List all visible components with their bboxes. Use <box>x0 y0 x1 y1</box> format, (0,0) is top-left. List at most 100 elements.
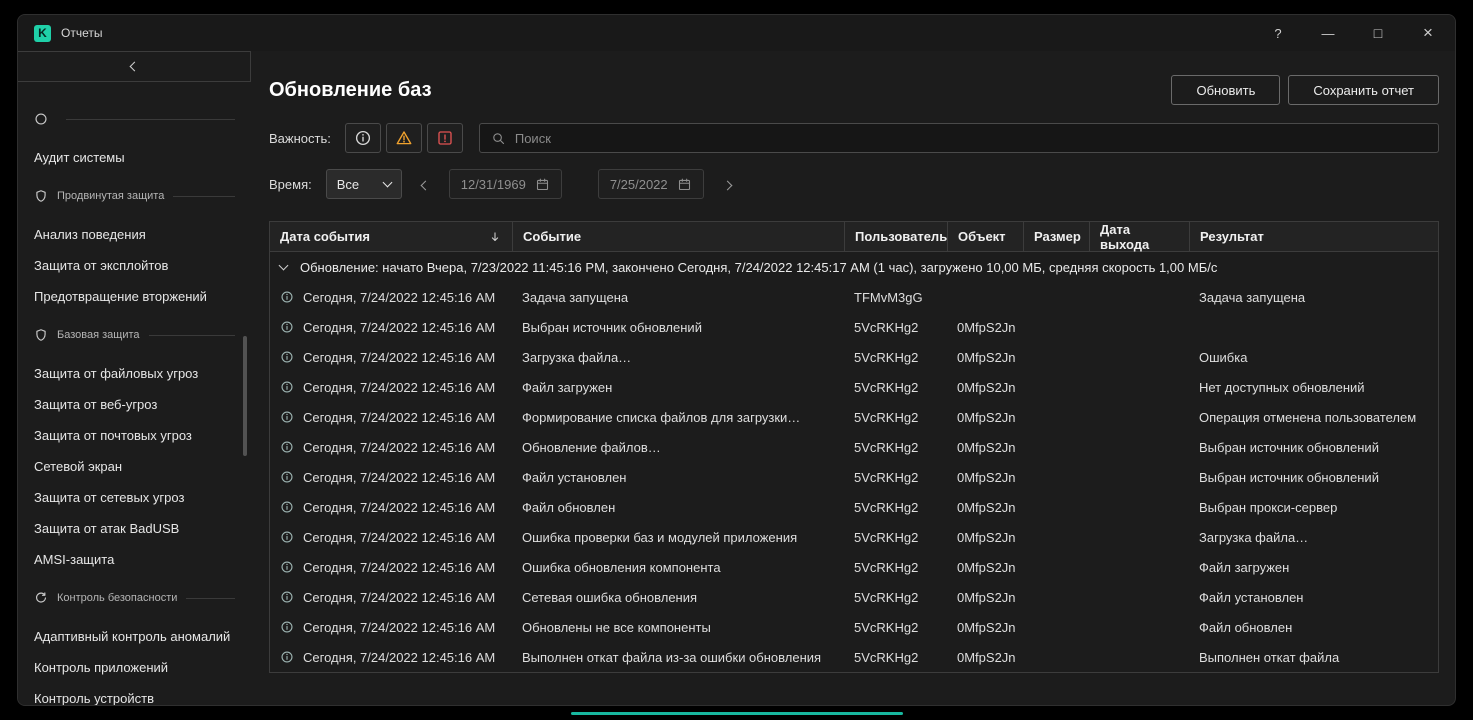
size-cell <box>1023 522 1089 552</box>
titlebar: K Отчеты ? — □ × <box>18 15 1455 51</box>
sidebar-section: Контроль безопасности <box>18 575 251 621</box>
sidebar-item[interactable]: AMSI-защита <box>18 544 251 575</box>
table-row[interactable]: Сегодня, 7/24/2022 12:45:16 AM Сетевая о… <box>270 582 1438 612</box>
next-period-button[interactable] <box>716 171 739 198</box>
info-icon <box>280 620 294 634</box>
sidebar-item[interactable]: Контроль приложений <box>18 652 251 683</box>
table-row[interactable]: Сегодня, 7/24/2022 12:45:16 AM Ошибка пр… <box>270 522 1438 552</box>
update-group-row[interactable]: Обновление: начато Вчера, 7/23/2022 11:4… <box>270 252 1438 282</box>
sidebar-item[interactable]: Защита от атак BadUSB <box>18 513 251 544</box>
event-date-cell: Сегодня, 7/24/2022 12:45:16 AM <box>270 312 512 342</box>
table-row[interactable]: Сегодня, 7/24/2022 12:45:16 AM Загрузка … <box>270 342 1438 372</box>
sidebar-item-label: Защита от эксплойтов <box>34 258 168 273</box>
column-header-release-date[interactable]: Дата выхода <box>1089 222 1189 251</box>
critical-icon <box>436 129 454 147</box>
result-cell: Выбран прокси-сервер <box>1189 492 1438 522</box>
info-icon <box>280 560 294 574</box>
info-icon <box>280 320 294 334</box>
sidebar-item-label: Защита от почтовых угроз <box>34 428 192 443</box>
table-row[interactable]: Сегодня, 7/24/2022 12:45:16 AM Выбран ис… <box>270 312 1438 342</box>
size-cell <box>1023 612 1089 642</box>
event-date-cell: Сегодня, 7/24/2022 12:45:16 AM <box>270 522 512 552</box>
info-icon <box>280 290 294 304</box>
column-header-event[interactable]: Событие <box>512 222 844 251</box>
chevron-right-icon <box>722 180 732 190</box>
object-cell: 0MfpS2Jn <box>947 462 1023 492</box>
sidebar-section: Продвинутая защита <box>18 173 251 219</box>
minimize-button[interactable]: — <box>1317 21 1339 45</box>
table-row[interactable]: Сегодня, 7/24/2022 12:45:16 AM Файл загр… <box>270 372 1438 402</box>
table-row[interactable]: Сегодня, 7/24/2022 12:45:16 AM Файл уста… <box>270 462 1438 492</box>
sidebar-section <box>18 96 251 142</box>
table-row[interactable]: Сегодня, 7/24/2022 12:45:16 AM Файл обно… <box>270 492 1438 522</box>
sidebar-item[interactable]: Адаптивный контроль аномалий <box>18 621 251 652</box>
sidebar-scrollbar[interactable] <box>243 336 247 456</box>
window-body: Аудит системы Продвинутая защита Анализ … <box>18 51 1455 705</box>
save-report-button[interactable]: Сохранить отчет <box>1288 75 1439 105</box>
main-content: Обновление баз Обновить Сохранить отчет … <box>251 51 1455 705</box>
sidebar-item[interactable]: Контроль устройств <box>18 683 251 705</box>
page-title: Обновление баз <box>269 79 432 102</box>
severity-info-button[interactable] <box>345 123 381 153</box>
column-header-event-date[interactable]: Дата события <box>270 222 512 251</box>
sidebar-item[interactable]: Защита от сетевых угроз <box>18 482 251 513</box>
table-row[interactable]: Сегодня, 7/24/2022 12:45:16 AM Обновлены… <box>270 612 1438 642</box>
table-row[interactable]: Сегодня, 7/24/2022 12:45:16 AM Ошибка об… <box>270 552 1438 582</box>
close-button[interactable]: × <box>1417 21 1439 45</box>
user-cell: TFMvM3gG <box>844 282 947 312</box>
column-header-result[interactable]: Результат <box>1189 222 1438 251</box>
event-cell: Ошибка проверки баз и модулей приложения <box>512 522 844 552</box>
sidebar-item-label: Защита от атак BadUSB <box>34 521 179 536</box>
sidebar-item[interactable]: Защита от веб-угроз <box>18 389 251 420</box>
event-date-cell: Сегодня, 7/24/2022 12:45:16 AM <box>270 342 512 372</box>
column-header-size[interactable]: Размер <box>1023 222 1089 251</box>
size-cell <box>1023 582 1089 612</box>
table-row[interactable]: Сегодня, 7/24/2022 12:45:16 AM Обновлени… <box>270 432 1438 462</box>
table-row[interactable]: Сегодня, 7/24/2022 12:45:16 AM Задача за… <box>270 282 1438 312</box>
date-from-field[interactable]: 12/31/1969 <box>449 169 562 199</box>
object-cell: 0MfpS2Jn <box>947 642 1023 672</box>
size-cell <box>1023 282 1089 312</box>
help-button[interactable]: ? <box>1267 21 1289 45</box>
sidebar-collapse-button[interactable] <box>18 51 251 82</box>
previous-period-button[interactable] <box>414 171 437 198</box>
table-row[interactable]: Сегодня, 7/24/2022 12:45:16 AM Выполнен … <box>270 642 1438 672</box>
severity-warning-button[interactable] <box>386 123 422 153</box>
date-to-field[interactable]: 7/25/2022 <box>598 169 704 199</box>
size-cell <box>1023 432 1089 462</box>
severity-critical-button[interactable] <box>427 123 463 153</box>
result-cell: Нет доступных обновлений <box>1189 372 1438 402</box>
chevron-down-icon <box>382 178 392 188</box>
sidebar-item[interactable]: Аудит системы <box>18 142 251 173</box>
release-date-cell <box>1089 552 1189 582</box>
sidebar-item[interactable]: Сетевой экран <box>18 451 251 482</box>
column-header-user[interactable]: Пользователь <box>844 222 947 251</box>
user-cell: 5VcRKHg2 <box>844 402 947 432</box>
sidebar-item-label: Контроль приложений <box>34 660 168 675</box>
event-date-cell: Сегодня, 7/24/2022 12:45:16 AM <box>270 612 512 642</box>
sidebar-item[interactable]: Предотвращение вторжений <box>18 281 251 312</box>
size-cell <box>1023 552 1089 582</box>
size-cell <box>1023 312 1089 342</box>
object-cell: 0MfpS2Jn <box>947 372 1023 402</box>
sidebar-item-label: AMSI-защита <box>34 552 114 567</box>
event-cell: Файл обновлен <box>512 492 844 522</box>
sidebar-item[interactable]: Защита от почтовых угроз <box>18 420 251 451</box>
release-date-cell <box>1089 522 1189 552</box>
sidebar-item[interactable]: Анализ поведения <box>18 219 251 250</box>
info-icon <box>280 470 294 484</box>
column-header-object[interactable]: Объект <box>947 222 1023 251</box>
user-cell: 5VcRKHg2 <box>844 342 947 372</box>
sidebar-item-label: Продвинутая защита <box>57 190 164 202</box>
user-cell: 5VcRKHg2 <box>844 582 947 612</box>
object-cell: 0MfpS2Jn <box>947 312 1023 342</box>
table-row[interactable]: Сегодня, 7/24/2022 12:45:16 AM Формирова… <box>270 402 1438 432</box>
refresh-button[interactable]: Обновить <box>1171 75 1280 105</box>
search-input[interactable] <box>515 131 1427 146</box>
maximize-button[interactable]: □ <box>1367 21 1389 45</box>
user-cell: 5VcRKHg2 <box>844 312 947 342</box>
period-select[interactable]: Все <box>326 169 402 199</box>
sidebar-item[interactable]: Защита от эксплойтов <box>18 250 251 281</box>
sidebar-item-label: Аудит системы <box>34 150 125 165</box>
sidebar-item[interactable]: Защита от файловых угроз <box>18 358 251 389</box>
